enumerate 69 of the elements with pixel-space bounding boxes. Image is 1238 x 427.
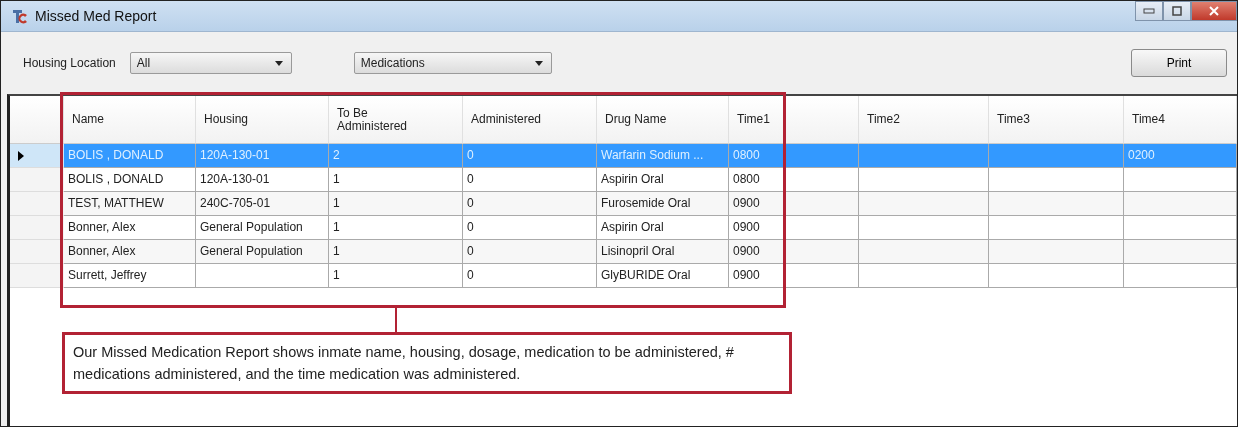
maximize-button[interactable] xyxy=(1163,1,1191,21)
table-cell: 0900 xyxy=(729,216,859,240)
row-header[interactable] xyxy=(10,168,64,192)
row-header[interactable] xyxy=(10,144,64,168)
print-button[interactable]: Print xyxy=(1131,49,1227,77)
callout-text: Our Missed Medication Report shows inmate name, housing, dosage, medication to be administered, # medications administered, and the time medication was administered. xyxy=(62,332,792,394)
table-cell: 0 xyxy=(463,264,597,288)
table-cell: 0200 xyxy=(1124,144,1237,168)
close-icon xyxy=(1209,6,1219,16)
column-header[interactable]: Time2 xyxy=(859,96,989,144)
table-cell: BOLIS , DONALD xyxy=(64,168,196,192)
window-title: Missed Med Report xyxy=(35,8,157,24)
column-header[interactable]: Name xyxy=(64,96,196,144)
column-header[interactable]: Time3 xyxy=(989,96,1124,144)
column-header[interactable]: Time1 xyxy=(729,96,859,144)
maximize-icon xyxy=(1172,6,1182,16)
table-cell: 120A-130-01 xyxy=(196,144,329,168)
caret-icon xyxy=(534,60,543,66)
column-header[interactable]: To Be Administered xyxy=(329,96,463,144)
row-header[interactable] xyxy=(10,192,64,216)
table-cell: 120A-130-01 xyxy=(196,168,329,192)
row-header[interactable] xyxy=(10,264,64,288)
housing-location-label: Housing Location xyxy=(23,56,116,70)
column-header[interactable]: Drug Name xyxy=(597,96,729,144)
table-cell: 1 xyxy=(329,216,463,240)
table-cell: 0900 xyxy=(729,240,859,264)
table-cell: Bonner, Alex xyxy=(64,216,196,240)
close-button[interactable] xyxy=(1191,1,1237,21)
row-header[interactable] xyxy=(10,216,64,240)
caret-icon xyxy=(274,60,283,66)
minimize-button[interactable] xyxy=(1135,1,1163,21)
table-cell: 0 xyxy=(463,240,597,264)
table-cell: Furosemide Oral xyxy=(597,192,729,216)
leader-line xyxy=(395,308,397,332)
table-cell: BOLIS , DONALD xyxy=(64,144,196,168)
column-header[interactable]: Administered xyxy=(463,96,597,144)
table-cell: 0 xyxy=(463,168,597,192)
table-cell: Surrett, Jeffrey xyxy=(64,264,196,288)
column-header[interactable]: Time4 xyxy=(1124,96,1237,144)
table-cell: General Population xyxy=(196,240,329,264)
category-dropdown[interactable]: Medications xyxy=(353,52,552,74)
table-cell: 240C-705-01 xyxy=(196,192,329,216)
table-cell: 0900 xyxy=(729,264,859,288)
table-cell: Aspirin Oral xyxy=(597,216,729,240)
table-cell: 0800 xyxy=(729,144,859,168)
table-cell: TEST, MATTHEW xyxy=(64,192,196,216)
table-cell: 1 xyxy=(329,192,463,216)
header-corner xyxy=(10,96,64,144)
table-cell: 1 xyxy=(329,264,463,288)
table-cell: Aspirin Oral xyxy=(597,168,729,192)
table-cell: Lisinopril Oral xyxy=(597,240,729,264)
current-row-icon xyxy=(18,150,24,161)
column-header[interactable]: Housing xyxy=(196,96,329,144)
app-icon xyxy=(11,7,29,25)
housing-location-dropdown[interactable]: All xyxy=(129,52,292,74)
table-cell: General Population xyxy=(196,216,329,240)
table-cell: 1 xyxy=(329,168,463,192)
table-cell: GlyBURIDE Oral xyxy=(597,264,729,288)
row-header[interactable] xyxy=(10,240,64,264)
table-cell: 1 xyxy=(329,240,463,264)
table-cell: 0900 xyxy=(729,192,859,216)
table-cell: 0 xyxy=(463,144,597,168)
table-cell: 0 xyxy=(463,192,597,216)
table-cell: 0800 xyxy=(729,168,859,192)
minimize-icon xyxy=(1143,8,1155,14)
table-cell: Bonner, Alex xyxy=(64,240,196,264)
table-cell: 0 xyxy=(463,216,597,240)
table-cell: Warfarin Sodium ... xyxy=(597,144,729,168)
table-cell: 2 xyxy=(329,144,463,168)
